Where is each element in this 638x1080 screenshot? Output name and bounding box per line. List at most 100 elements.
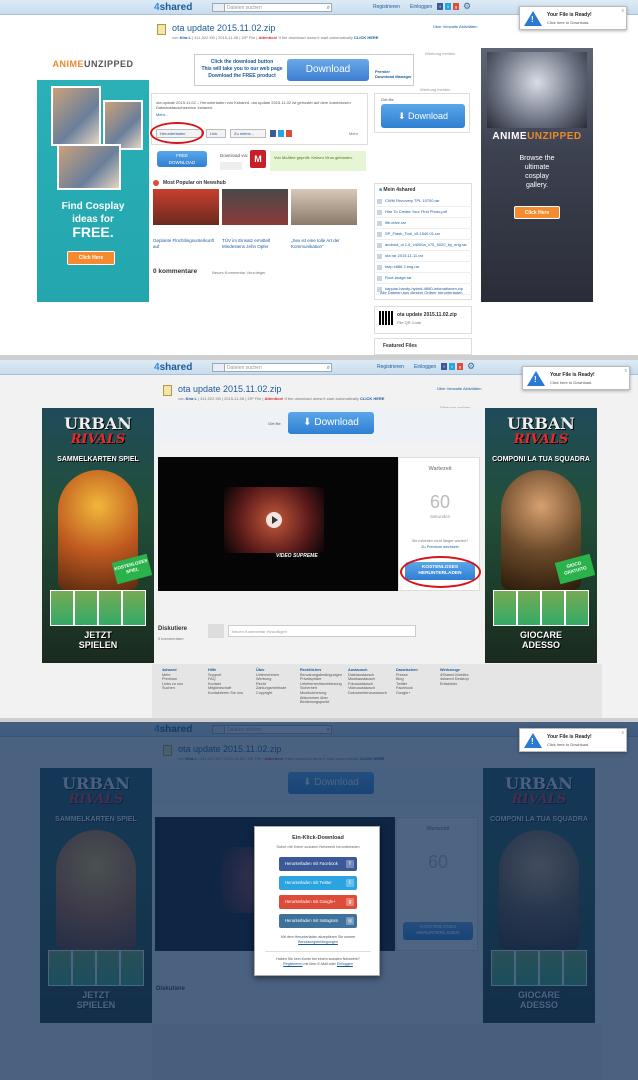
footer-link[interactable]: Suchen — [162, 686, 183, 691]
download-with-instagram-button[interactable]: Herunterladen mit Instagram ◎ — [279, 914, 357, 928]
ad-download-button[interactable]: Download — [287, 59, 369, 81]
login-link[interactable]: Einloggen — [337, 962, 353, 966]
facebook-icon: f — [346, 860, 354, 868]
cosplay-photo — [103, 100, 143, 150]
ad-click-here-button[interactable]: Click Here — [67, 251, 115, 265]
news-thumbnail[interactable] — [222, 189, 288, 225]
download-with-facebook-button[interactable]: Herunterladen mit Facebook f — [279, 857, 357, 871]
logo[interactable]: 4shared — [154, 362, 192, 373]
footer-link[interactable]: Bedienungspunkt — [300, 700, 342, 705]
comment-input[interactable]: Neuen Kommentar Hinzufügen — [228, 625, 416, 637]
download-with-google-button[interactable]: Herunterladen mit Google+ g — [279, 895, 357, 909]
download-manager-ad[interactable]: Click the download button This will take … — [194, 54, 414, 86]
more-link[interactable]: Mehr... — [156, 112, 168, 117]
register-link[interactable]: Registrieren — [283, 962, 302, 966]
facebook-icon[interactable] — [270, 130, 276, 137]
close-icon[interactable]: x — [622, 730, 625, 736]
news-caption[interactable]: „Sex ist eine tolle Art der Kommunikatio… — [291, 238, 355, 250]
footer-link[interactable]: Entwickler — [440, 682, 469, 687]
facebook-icon[interactable]: f — [437, 3, 443, 10]
file-list-item[interactable]: CWM Recovery TPL 10700.rar — [376, 196, 472, 207]
search-icon[interactable]: ⌕ — [327, 4, 330, 12]
urban-rivals-ad-right[interactable]: URBAN RIVALS COMPONI LA TUA SQUADRA GIOC… — [485, 408, 597, 663]
file-list-item[interactable]: Root-image.rar — [376, 273, 472, 284]
google-plus-icon: g — [346, 898, 354, 906]
search-input[interactable]: Dateien suchen⌕ — [212, 3, 332, 12]
footer-link[interactable]: Dokumentenaustausch — [348, 691, 387, 696]
qr-title: ota update 2015.11.02.zip — [397, 312, 457, 318]
google-icon[interactable]: g — [453, 3, 459, 10]
terms-link[interactable]: Benutzungsbedingungen — [298, 940, 338, 944]
footer-column: Dazwischen Presse Blog Twitter Facebook Googl… — [396, 668, 418, 696]
file-list-item[interactable]: twrp x888 2.img.rar — [376, 262, 472, 273]
twitter-icon[interactable] — [278, 130, 284, 137]
download-ready-notification[interactable]: ! Your File is Ready! Click here to Down… — [519, 728, 627, 752]
news-caption[interactable]: TÜV im Einsatz ermittelt Mindestens zehn… — [222, 238, 286, 250]
add-to-my-button[interactable]: Zu meine... — [230, 129, 266, 138]
newshub-icon — [153, 180, 159, 186]
login-link[interactable]: Einloggen — [414, 364, 436, 370]
file-list-item[interactable]: ota rar 2015.11.11.rar — [376, 251, 472, 262]
search-icon[interactable]: ⌕ — [327, 364, 330, 372]
download-button[interactable]: ⬇ Download — [288, 412, 374, 434]
logo[interactable]: 4shared — [154, 2, 192, 13]
view-recent-link[interactable]: Über Verwalte Aktivitäten — [437, 386, 481, 391]
qr-code-icon — [379, 311, 393, 325]
file-list-item[interactable]: android_ui 1.5_v4000a_v75_5020_by_eng.ra… — [376, 240, 472, 251]
play-icon[interactable] — [266, 512, 282, 528]
wait-label: Wartezeit — [428, 466, 452, 472]
qr-subtitle: File QR Code — [397, 320, 422, 325]
gear-icon[interactable]: ⚙ — [467, 361, 475, 372]
urban-rivals-ad-left[interactable]: URBAN RIVALS SAMMELKARTEN SPIEL KOSTENLO… — [42, 408, 154, 663]
discuss-count: 0 kommentare — [158, 636, 184, 641]
anime-unzipped-ad-left[interactable]: ANIMEUNZIPPED Find Cosplay ideas for FREE.… — [37, 48, 149, 302]
get-file-label: Get file — [381, 97, 394, 102]
view-recent-link[interactable]: Über Verwalte Aktivitäten — [433, 24, 477, 29]
google-icon[interactable]: g — [457, 363, 463, 370]
search-filter-dropdown[interactable] — [213, 364, 225, 371]
download-ready-notification[interactable]: ! Your File is Ready! Click here to Down… — [519, 6, 627, 30]
footer-link[interactable]: Copyright — [256, 691, 286, 696]
register-note: Haben Sie kein Konto bei einem sozialen … — [276, 957, 360, 966]
file-list-item[interactable]: life.drive.rar — [376, 218, 472, 229]
link-button[interactable]: Link — [206, 129, 226, 138]
search-input[interactable]: Dateien suchen⌕ — [212, 363, 332, 372]
download-ready-notification[interactable]: ! Your File is Ready! Click here to Down… — [522, 366, 630, 390]
footer-column: Rechtliches Benutzungsbedingungen Privatsp… — [300, 668, 342, 705]
avatar — [208, 624, 224, 638]
side-download-button[interactable]: ⬇ Download — [381, 104, 465, 128]
file-list-item[interactable]: Hire To Create Your First Photo.pdf — [376, 207, 472, 218]
video-label: VIDEO SUPREME — [276, 553, 318, 559]
comments-sort[interactable]: Neues Kommentar Vorzuleger — [212, 270, 266, 275]
annotation-circle — [400, 556, 481, 588]
news-caption[interactable]: Geplante Flüchtlingsunterkunft auf — [153, 238, 217, 250]
download-all-link[interactable]: Alle Dateien aus diesem Ordner herunterl… — [380, 290, 463, 295]
register-link[interactable]: Registrieren — [373, 4, 400, 10]
register-link[interactable]: Registrieren — [377, 364, 404, 370]
video-player[interactable]: VIDEO SUPREME — [158, 457, 398, 591]
search-filter-dropdown[interactable] — [213, 4, 225, 11]
twitter-icon[interactable]: t — [449, 363, 455, 370]
close-icon[interactable]: x — [622, 8, 625, 14]
download-with-twitter-button[interactable]: Herunterladen mit Twitter t — [279, 876, 357, 890]
twitter-icon[interactable]: t — [445, 3, 451, 10]
news-thumbnail[interactable] — [291, 189, 357, 225]
footer-heading[interactable]: Dazwischen — [396, 668, 418, 673]
close-icon[interactable]: x — [625, 368, 628, 374]
free-download-button[interactable]: FREE DOWNLOAD — [157, 151, 207, 167]
login-link[interactable]: Einloggen — [410, 4, 432, 10]
ad-report-link[interactable]: Werbung melden — [425, 51, 455, 56]
anime-unzipped-ad-right[interactable]: ANIMEUNZIPPED Browse the ultimate cosplay g… — [481, 48, 593, 302]
google-plus-icon[interactable] — [286, 130, 292, 137]
facebook-icon[interactable]: f — [441, 363, 447, 370]
file-list-item[interactable]: SP_Flash_Tool_v5.1540.01.rar — [376, 229, 472, 240]
footer-link[interactable]: Google+ — [396, 691, 418, 696]
footer-link[interactable]: Kontaktieren Sie uns — [208, 691, 243, 696]
ad-report-link-2[interactable]: Werbung melden — [420, 87, 450, 92]
news-thumbnail[interactable] — [153, 189, 219, 225]
one-click-download-modal: Ein-Klick-Download Sofort mit Ihrem sozi… — [254, 826, 380, 976]
more-share-dropdown[interactable]: Mehr — [349, 131, 358, 136]
ad-click-here-button[interactable]: Click Here — [514, 206, 560, 219]
premium-link[interactable]: Zu Premium wechseln — [399, 545, 481, 549]
gear-icon[interactable]: ⚙ — [463, 1, 471, 12]
